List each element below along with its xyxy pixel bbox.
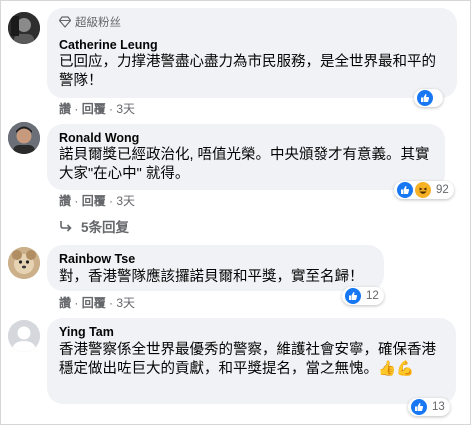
- avatar[interactable]: [8, 247, 40, 279]
- view-replies-link[interactable]: 5条回复: [59, 216, 129, 236]
- comment-text: 已回应，力撑港警盡心盡力為市民服務，是全世界最和平的警隊！: [59, 54, 436, 89]
- comment-time[interactable]: 3天: [116, 194, 135, 208]
- comment-actions: 讚 · 回覆 · 3天: [59, 102, 136, 116]
- comment-actions: 讚 · 回覆 · 3天: [59, 194, 136, 208]
- reply-link[interactable]: 回覆: [82, 194, 106, 208]
- reaction-summary[interactable]: 12: [342, 287, 384, 305]
- like-link[interactable]: 讚: [59, 296, 71, 310]
- comment-text: 香港警察係全世界最優秀的警察，維護社會安寧，確保香港穩定做出咗巨大的貢獻，和平獎…: [59, 342, 436, 377]
- reaction-summary[interactable]: 13: [408, 398, 450, 416]
- like-reaction-icon: [417, 90, 433, 106]
- avatar[interactable]: [8, 320, 40, 352]
- comment-author[interactable]: Ying Tam: [59, 325, 114, 339]
- like-link[interactable]: 讚: [59, 102, 71, 116]
- reply-link[interactable]: 回覆: [82, 296, 106, 310]
- haha-reaction-icon: [415, 182, 431, 198]
- replies-label[interactable]: 5条回复: [81, 216, 129, 236]
- reaction-summary[interactable]: [414, 89, 443, 107]
- top-fan-badge: 超級粉丝: [59, 14, 121, 30]
- like-link[interactable]: 讚: [59, 194, 71, 208]
- diamond-icon: [59, 16, 71, 28]
- comment-time[interactable]: 3天: [116, 296, 135, 310]
- like-reaction-icon: [411, 399, 427, 415]
- comment-author[interactable]: Catherine Leung: [59, 38, 158, 52]
- comment-text: 對，香港警隊應該攞諾貝爾和平獎，實至名歸！: [59, 269, 364, 285]
- reaction-count: 92: [436, 184, 449, 196]
- comment-time[interactable]: 3天: [116, 102, 135, 116]
- like-reaction-icon: [345, 288, 361, 304]
- reaction-summary[interactable]: 92: [394, 181, 454, 199]
- reaction-count: 13: [432, 401, 445, 413]
- comment-text: 諾貝爾獎已經政治化, 唔值光榮。中央頒發才有意義。其實大家"在心中" 就得。: [59, 147, 430, 182]
- avatar[interactable]: [8, 122, 40, 154]
- comment-author[interactable]: Ronald Wong: [59, 131, 139, 145]
- reply-link[interactable]: 回覆: [82, 102, 106, 116]
- reaction-count: 12: [366, 290, 379, 302]
- like-reaction-icon: [397, 182, 413, 198]
- comment-author[interactable]: Rainbow Tse: [59, 252, 135, 266]
- comment-actions: 讚 · 回覆 · 3天: [59, 296, 136, 310]
- badge-label: 超級粉丝: [75, 17, 121, 29]
- reply-arrow-icon: [60, 221, 72, 232]
- avatar[interactable]: [8, 12, 40, 44]
